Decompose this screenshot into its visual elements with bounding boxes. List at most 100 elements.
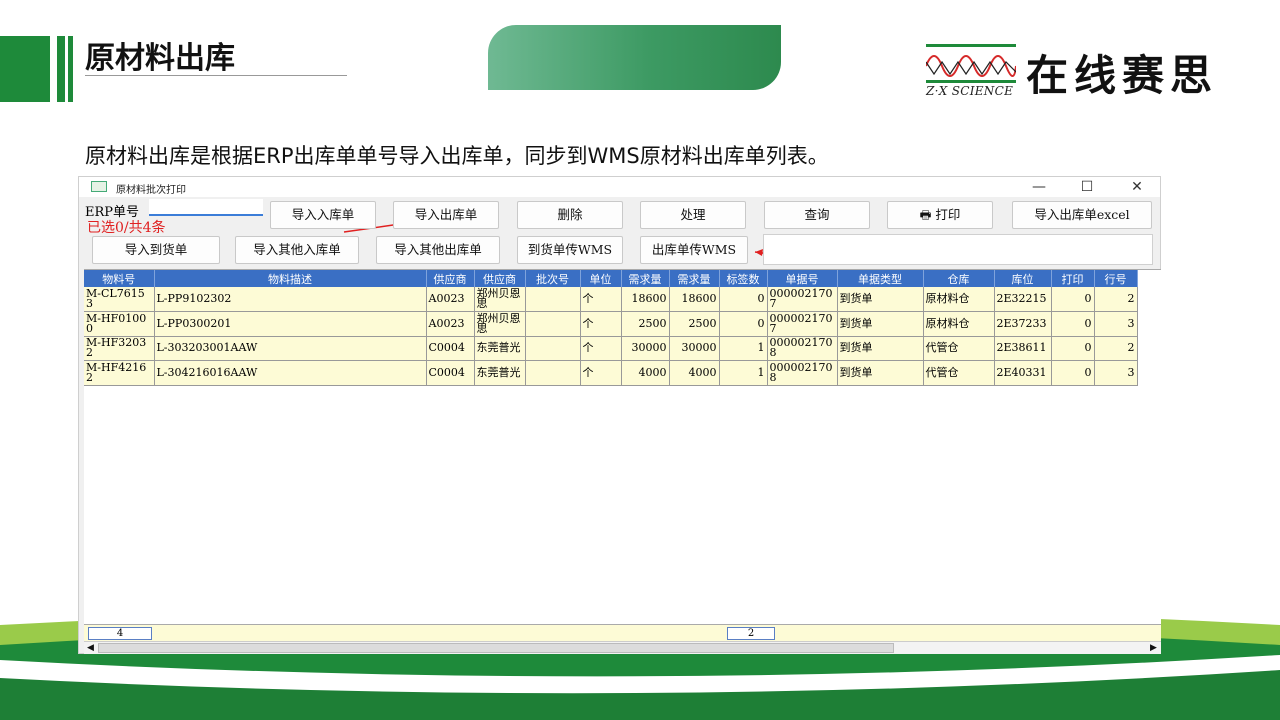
column-header[interactable]: 库位 [994,270,1052,287]
supplier-code-cell: C0004 [426,336,475,361]
import-other-inbound-button[interactable]: 导入其他入库单 [235,236,359,264]
warehouse-cell: 代管仓 [923,336,995,361]
logo-subtitle: Z·X SCIENCE [926,84,1014,98]
scroll-thumb[interactable] [98,643,894,653]
row-count-total: 4 [88,627,152,640]
horizontal-scrollbar[interactable]: ◀ ▶ [84,641,1161,654]
erp-number-input[interactable] [149,199,263,216]
column-header[interactable]: 供应商 [474,270,526,287]
unit-cell: 个 [580,287,622,312]
app-window: 原材料批次打印 — ☐ ✕ ERP单号 已选0/共4条 导入入库单 导入出库单 … [78,176,1161,654]
table-row[interactable]: M-HF01000 L-PP0300201 A0023 郑州贝恩思 个 2500… [84,311,1138,337]
unit-cell: 个 [580,311,622,337]
supplier-name-cell: 东莞普光 [474,360,526,386]
column-header[interactable]: 行号 [1094,270,1138,287]
print-count-cell: 0 [1051,336,1095,361]
document-type-cell: 到货单 [837,336,924,361]
close-button[interactable]: ✕ [1113,177,1161,197]
location-cell: 2E32215 [994,287,1052,312]
warehouse-cell: 代管仓 [923,360,995,386]
accent-bar-thin [57,36,65,102]
print-count-cell: 0 [1051,287,1095,312]
line-number-cell: 3 [1094,311,1138,337]
column-header[interactable]: 单位 [580,270,622,287]
query-button[interactable]: 查询 [764,201,870,229]
import-outbound-excel-button[interactable]: 导入出库单excel [1012,201,1152,229]
import-arrival-button[interactable]: 导入到货单 [92,236,220,264]
demand-cell: 30000 [621,336,670,361]
import-outbound-button[interactable]: 导入出库单 [393,201,499,229]
supplier-code-cell: A0023 [426,287,475,312]
process-button[interactable]: 处理 [640,201,746,229]
document-number-cell: 0000021708 [767,336,838,361]
column-header[interactable]: 仓库 [923,270,995,287]
line-number-cell: 2 [1094,336,1138,361]
window-title: 原材料批次打印 [116,185,186,196]
supplier-name-cell: 郑州贝恩思 [474,311,526,337]
outbound-to-wms-button[interactable]: 出库单传WMS [640,236,748,264]
column-header[interactable]: 单据类型 [837,270,924,287]
column-header[interactable]: 标签数 [719,270,768,287]
label-count-cell: 1 [719,360,768,386]
demand-cell: 4000 [669,360,720,386]
accent-bar-thin-2 [68,36,73,102]
unit-cell: 个 [580,336,622,361]
label-count-cell: 0 [719,311,768,337]
print-button[interactable]: 🖶 打印 [887,201,993,229]
batch-cell [525,311,581,337]
column-header[interactable]: 供应商 [426,270,475,287]
location-cell: 2E40331 [994,360,1052,386]
supplier-name-cell: 东莞普光 [474,336,526,361]
demand-cell: 30000 [669,336,720,361]
supplier-code-cell: A0023 [426,311,475,337]
column-header[interactable]: 批次号 [525,270,581,287]
document-number-cell: 0000021707 [767,287,838,312]
table-row[interactable]: M-HF32032 L-303203001AAW C0004 东莞普光 个 30… [84,336,1138,361]
material-desc-cell: L-303203001AAW [154,336,427,361]
label-count-total: 2 [727,627,775,640]
arrival-to-wms-button[interactable]: 到货单传WMS [517,236,623,264]
location-cell: 2E38611 [994,336,1052,361]
table-row[interactable]: M-HF42162 L-304216016AAW C0004 东莞普光 个 40… [84,360,1138,386]
demand-cell: 2500 [669,311,720,337]
column-header[interactable]: 物料号 [84,270,155,287]
logo-wave-icon [926,44,1016,83]
scroll-right-icon[interactable]: ▶ [1147,642,1160,654]
batch-cell [525,336,581,361]
column-header[interactable]: 需求量 [621,270,670,287]
document-type-cell: 到货单 [837,311,924,337]
column-header[interactable]: 需求量 [669,270,720,287]
print-button-label: 打印 [935,207,961,222]
material-desc-cell: L-304216016AAW [154,360,427,386]
table-header: 物料号 物料描述 供应商 供应商 批次号 单位 需求量 需求量 标签数 单据号 … [84,270,1138,287]
label-count-cell: 0 [719,287,768,312]
label-count-cell: 1 [719,336,768,361]
column-header[interactable]: 打印 [1051,270,1095,287]
delete-button[interactable]: 删除 [517,201,623,229]
material-desc-cell: L-PP0300201 [154,311,427,337]
import-inbound-button[interactable]: 导入入库单 [270,201,376,229]
column-header[interactable]: 单据号 [767,270,838,287]
minimize-button[interactable]: — [1015,177,1063,197]
print-count-cell: 0 [1051,360,1095,386]
document-type-cell: 到货单 [837,360,924,386]
import-other-outbound-button[interactable]: 导入其他出库单 [376,236,500,264]
supplier-name-cell: 郑州贝恩思 [474,287,526,312]
material-desc-cell: L-PP9102302 [154,287,427,312]
material-code-cell: M-HF42162 [84,360,155,386]
scroll-left-icon[interactable]: ◀ [84,642,97,654]
material-code-cell: M-HF32032 [84,336,155,361]
column-header[interactable]: 物料描述 [154,270,427,287]
document-type-cell: 到货单 [837,287,924,312]
table-row[interactable]: M-CL76153 L-PP9102302 A0023 郑州贝恩思 个 1860… [84,287,1138,312]
location-cell: 2E37233 [994,311,1052,337]
message-box [763,234,1153,265]
accent-bar [0,36,50,102]
line-number-cell: 2 [1094,287,1138,312]
material-code-cell: M-HF01000 [84,311,155,337]
printer-icon: 🖶 [919,207,932,222]
data-grid[interactable]: 物料号 物料描述 供应商 供应商 批次号 单位 需求量 需求量 标签数 单据号 … [84,269,1161,624]
maximize-button[interactable]: ☐ [1063,177,1111,197]
slide-title: 原材料出库 [85,41,235,76]
title-divider [85,75,347,76]
